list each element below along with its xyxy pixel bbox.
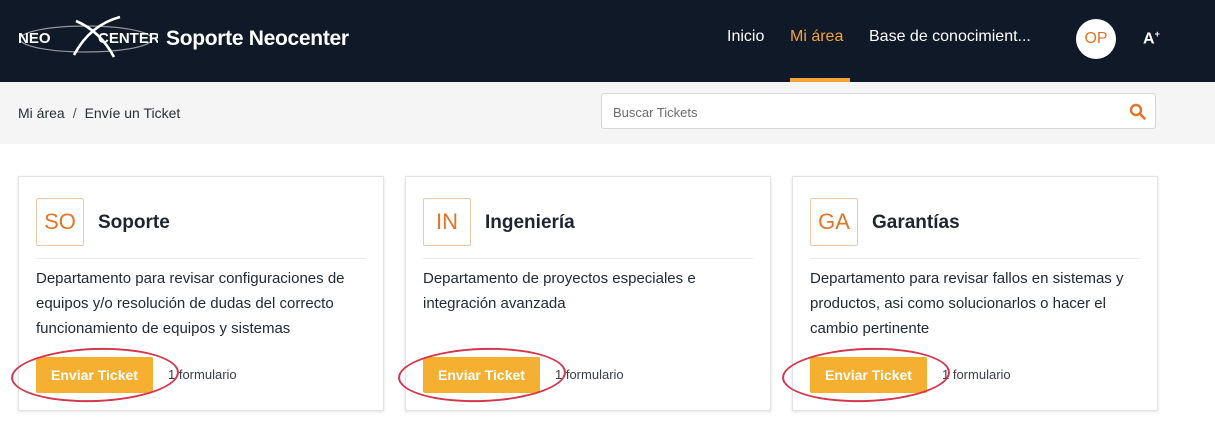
search-input[interactable] xyxy=(611,94,1115,130)
department-card-soporte: SO Soporte Departamento para revisar con… xyxy=(18,176,384,411)
svg-text:CENTER: CENTER xyxy=(98,30,158,47)
department-description: Departamento de proyectos especiales e i… xyxy=(423,270,696,312)
department-title[interactable]: Ingeniería xyxy=(485,212,575,234)
accessibility-label: A xyxy=(1143,30,1155,48)
top-header: NEO CENTER Soporte Neocenter Inicio Mi á… xyxy=(0,0,1215,82)
breadcrumb-current: Envíe un Ticket xyxy=(84,105,181,121)
enviar-ticket-button[interactable]: Enviar Ticket xyxy=(36,357,153,393)
subheader-bar: Mi área / Envíe un Ticket xyxy=(0,82,1215,144)
card-divider xyxy=(810,258,1140,259)
department-card-ingenieria: IN Ingeniería Departamento de proyectos … xyxy=(405,176,771,411)
enviar-ticket-button[interactable]: Enviar Ticket xyxy=(810,357,927,393)
forms-count: 1 formulario xyxy=(942,367,1011,382)
nav-mi-area[interactable]: Mi área xyxy=(790,28,843,46)
neocenter-logo[interactable]: NEO CENTER xyxy=(16,15,158,61)
svg-text:NEO: NEO xyxy=(18,30,51,47)
forms-count: 1 formulario xyxy=(555,367,624,382)
search-box xyxy=(601,93,1156,130)
department-badge: IN xyxy=(423,198,471,246)
nav-inicio[interactable]: Inicio xyxy=(727,28,764,46)
department-title[interactable]: Garantías xyxy=(872,212,960,234)
search-icon[interactable] xyxy=(1129,103,1146,120)
department-badge: SO xyxy=(36,198,84,246)
breadcrumb-separator: / xyxy=(72,105,77,121)
department-title[interactable]: Soporte xyxy=(98,212,170,234)
department-badge: GA xyxy=(810,198,858,246)
user-avatar[interactable]: OP xyxy=(1076,19,1116,59)
breadcrumb-mi-area[interactable]: Mi área xyxy=(18,105,65,121)
card-divider xyxy=(36,258,366,259)
card-divider xyxy=(423,258,753,259)
nav-base-conocimiento[interactable]: Base de conocimient... xyxy=(869,28,1031,46)
enviar-ticket-button[interactable]: Enviar Ticket xyxy=(423,357,540,393)
site-title[interactable]: Soporte Neocenter xyxy=(166,27,349,51)
department-card-garantias: GA Garantías Departamento para revisar f… xyxy=(792,176,1158,411)
accessibility-font-icon[interactable]: A+ xyxy=(1143,29,1160,48)
forms-count: 1 formulario xyxy=(168,367,237,382)
breadcrumb: Mi área / Envíe un Ticket xyxy=(18,105,180,121)
department-description: Departamento para revisar configuracione… xyxy=(36,270,345,337)
department-description: Departamento para revisar fallos en sist… xyxy=(810,270,1124,337)
